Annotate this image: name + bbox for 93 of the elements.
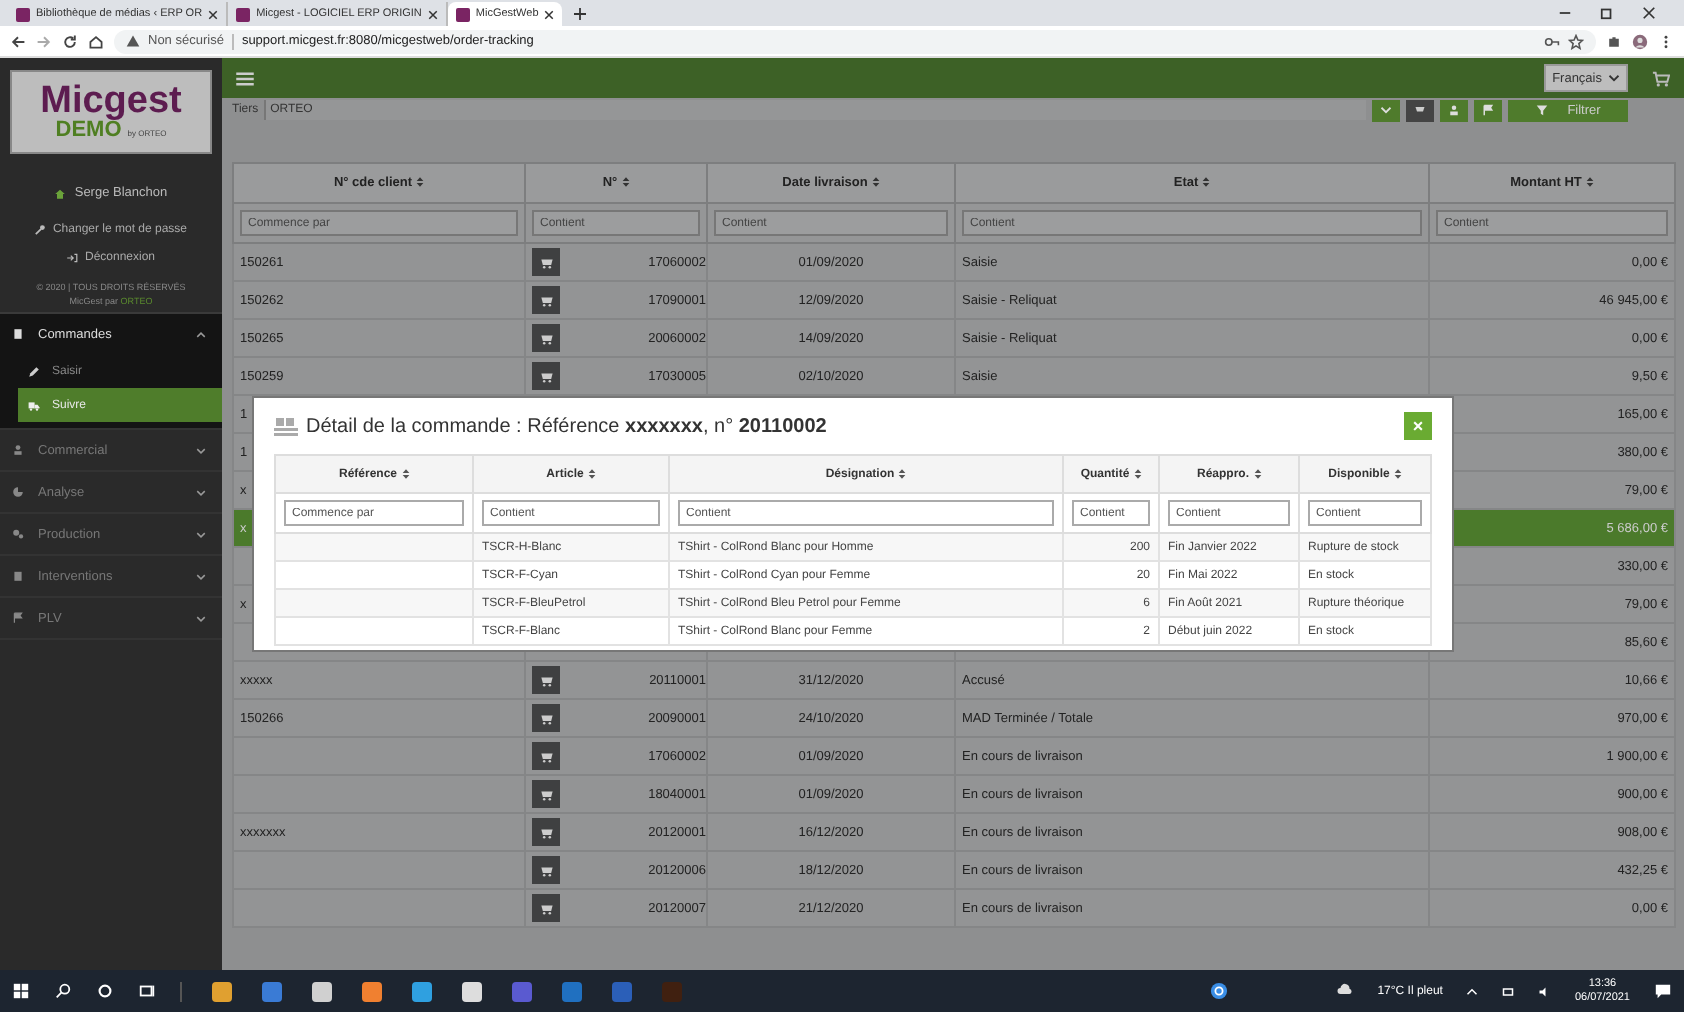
taskbar-app-icon[interactable] [312, 981, 332, 1001]
key-icon [34, 224, 47, 236]
cart-icon [539, 825, 553, 839]
new-tab-icon[interactable] [574, 7, 587, 19]
sort-icon [621, 176, 630, 189]
cart-icon [539, 749, 553, 763]
m-logo-icon [455, 7, 470, 21]
menu-icon[interactable] [236, 71, 254, 85]
person-button[interactable] [1440, 99, 1468, 121]
cart-icon [539, 255, 553, 269]
close-icon[interactable] [544, 9, 555, 19]
chevron-icon[interactable] [1466, 985, 1479, 997]
chevron-icon [196, 571, 206, 581]
chevron-icon [196, 487, 206, 497]
taskbar-app-icon[interactable] [362, 981, 382, 1001]
m-logo-icon [236, 7, 251, 21]
filter-icon [1535, 104, 1548, 116]
cart-button[interactable] [532, 248, 560, 276]
sort-icon [1253, 467, 1261, 480]
cart-icon [539, 293, 553, 307]
star-icon[interactable] [1568, 33, 1584, 49]
exit-icon [66, 252, 79, 264]
task-view-icon[interactable] [138, 982, 156, 1000]
dialog-title: Détail de la commande : Référence xxxxxxx, n° 20110002 [306, 415, 827, 437]
sort-icon [898, 467, 907, 480]
sort-icon [1585, 176, 1594, 189]
sort-icon [1133, 467, 1142, 480]
chevron-icon [196, 329, 206, 339]
network-icon[interactable] [1502, 985, 1515, 997]
circle-icon[interactable] [96, 982, 114, 1000]
home-icon[interactable] [88, 33, 104, 49]
pallet-icon [274, 416, 298, 436]
flag-icon [1482, 104, 1494, 116]
cart-icon [539, 787, 553, 801]
close-button[interactable]: × [1404, 412, 1432, 440]
home-icon [54, 187, 67, 199]
chevron-icon [196, 613, 206, 623]
taskbar-app-icon[interactable] [212, 981, 232, 1001]
chevron-icon [196, 529, 206, 539]
taskbar-app-icon[interactable] [412, 981, 432, 1001]
search-icon[interactable] [54, 982, 72, 1000]
chevron-icon [1380, 104, 1392, 116]
sort-icon [871, 176, 880, 189]
cart-icon [539, 863, 553, 877]
cart-icon [539, 331, 553, 345]
cloud-rain-icon [1335, 982, 1354, 1000]
sort-icon [1393, 467, 1402, 480]
chevron-icon [1608, 72, 1620, 84]
cart-icon [539, 369, 553, 383]
dropdown-button[interactable] [1372, 99, 1400, 121]
sort-icon [1202, 176, 1211, 189]
close-icon[interactable] [1642, 6, 1656, 20]
cart-icon [1414, 104, 1426, 116]
cart-icon [539, 673, 553, 687]
close-icon[interactable] [208, 9, 219, 19]
cart-button[interactable] [532, 666, 560, 694]
notification-icon[interactable] [1654, 982, 1672, 1000]
restore-icon[interactable] [1600, 6, 1614, 20]
cart-button[interactable] [532, 894, 560, 922]
cart-button[interactable] [532, 818, 560, 846]
pencil-icon [28, 365, 40, 377]
cart-button[interactable] [532, 704, 560, 732]
people-icon [12, 444, 24, 456]
minimize-icon[interactable] [1558, 6, 1572, 20]
back-icon[interactable] [10, 33, 26, 49]
reload-icon[interactable] [62, 33, 78, 49]
windows-start-icon[interactable] [12, 982, 30, 1000]
pie-icon [12, 486, 24, 498]
sort-icon [587, 467, 596, 480]
warning-icon [126, 34, 140, 48]
close-icon[interactable] [427, 9, 438, 19]
flag-button[interactable] [1474, 99, 1502, 121]
m-logo-icon [16, 7, 30, 21]
cart-button[interactable] [532, 362, 560, 390]
cart-button[interactable] [1406, 99, 1434, 121]
person-icon [1448, 104, 1460, 116]
sort-icon [416, 176, 425, 189]
chevron-icon [196, 445, 206, 455]
cart-button[interactable] [532, 286, 560, 314]
cart-button[interactable] [532, 780, 560, 808]
sort-icon [401, 467, 409, 480]
avatar-icon[interactable] [1632, 33, 1648, 49]
cart-button[interactable] [532, 742, 560, 770]
taskbar-app-icon[interactable] [462, 981, 482, 1001]
cart-icon [539, 901, 553, 915]
cart-button[interactable] [532, 856, 560, 884]
speaker-icon[interactable] [1538, 985, 1551, 997]
key-icon[interactable] [1544, 33, 1560, 49]
cart-button[interactable] [532, 324, 560, 352]
cart-icon[interactable] [1652, 69, 1670, 87]
truck-icon [28, 399, 40, 411]
cart-icon [539, 711, 553, 725]
flag-icon [12, 612, 24, 624]
